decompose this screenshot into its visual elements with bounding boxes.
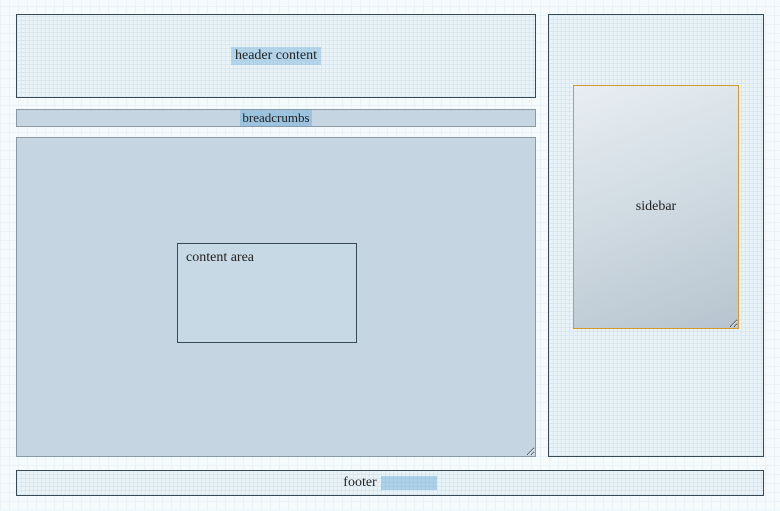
header-region: header content <box>16 14 536 98</box>
header-label: header content <box>231 47 321 65</box>
right-column-region: sidebar <box>548 14 764 457</box>
breadcrumbs-region: breadcrumbs <box>16 109 536 127</box>
footer-label: footer <box>343 475 376 491</box>
footer-region: footer <box>16 470 764 496</box>
content-area-region: content area <box>177 243 357 343</box>
main-region: content area <box>16 137 536 457</box>
content-area-label: content area <box>186 250 254 265</box>
footer-highlight <box>381 476 437 490</box>
sidebar-region: sidebar <box>573 85 739 329</box>
breadcrumbs-label: breadcrumbs <box>240 110 311 126</box>
sidebar-label: sidebar <box>636 199 676 215</box>
